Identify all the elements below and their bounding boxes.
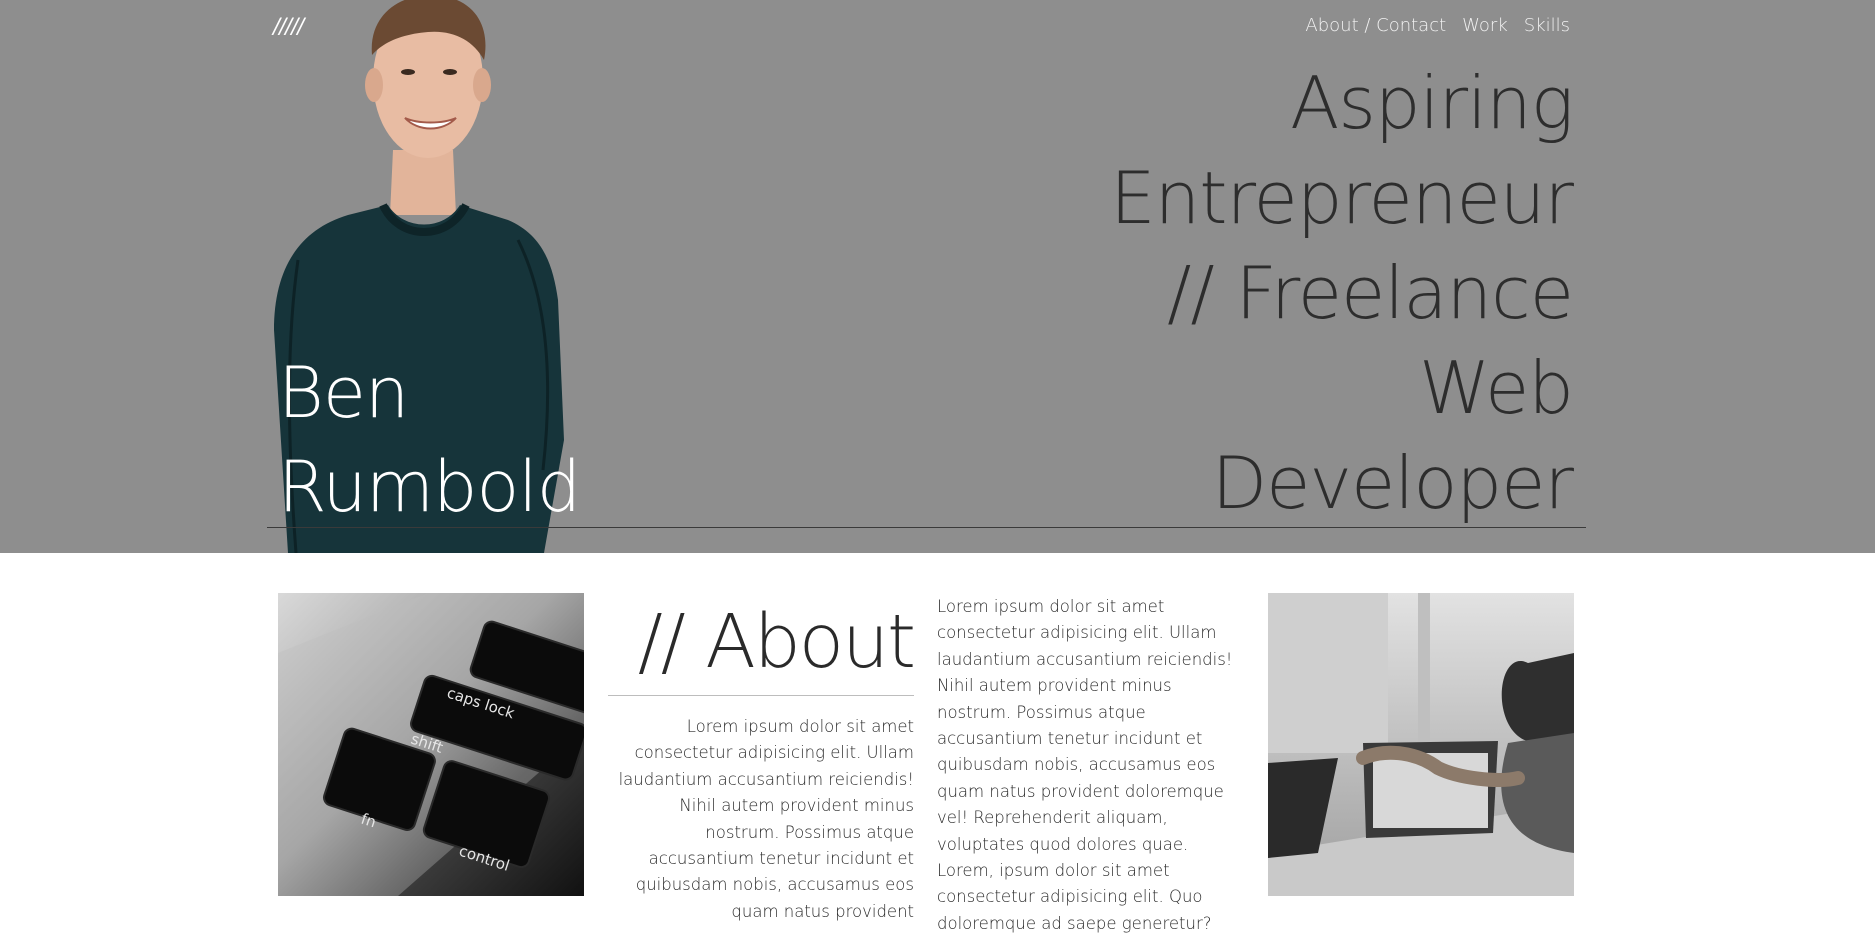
hero-first-name: Ben bbox=[278, 352, 409, 434]
tagline-line: Entrepreneur bbox=[1110, 156, 1574, 240]
hero-tagline: Aspiring Entrepreneur // Freelance Web D… bbox=[1013, 56, 1574, 531]
about-divider bbox=[608, 695, 914, 696]
about-paragraph-right-aligned: Lorem ipsum dolor sit amet consectetur a… bbox=[618, 717, 914, 921]
hero-name: Ben Rumbold bbox=[278, 346, 581, 534]
tagline-line: // Freelance bbox=[1167, 251, 1574, 335]
tagline-line: Web bbox=[1419, 346, 1574, 430]
main-nav: About / Contact Work Skills bbox=[1305, 15, 1570, 36]
nav-skills[interactable]: Skills bbox=[1524, 15, 1570, 36]
nav-about-contact[interactable]: About / Contact bbox=[1305, 15, 1446, 36]
hero-divider bbox=[267, 527, 1586, 528]
tagline-line: Developer bbox=[1211, 441, 1574, 525]
nav-work[interactable]: Work bbox=[1462, 15, 1508, 36]
about-heading: // About bbox=[637, 599, 916, 685]
tagline-line: Aspiring bbox=[1290, 61, 1574, 145]
hero-section: ///// About / Contact Work Skills Ben Ru… bbox=[0, 0, 1875, 553]
about-paragraph-left-aligned: Lorem ipsum dolor sit amet consectetur a… bbox=[937, 597, 1233, 933]
hero-last-name: Rumbold bbox=[278, 446, 581, 528]
office-photo bbox=[1268, 593, 1574, 896]
keyboard-photo: caps lock shift fn control bbox=[278, 593, 584, 896]
site-logo[interactable]: ///// bbox=[273, 14, 304, 38]
